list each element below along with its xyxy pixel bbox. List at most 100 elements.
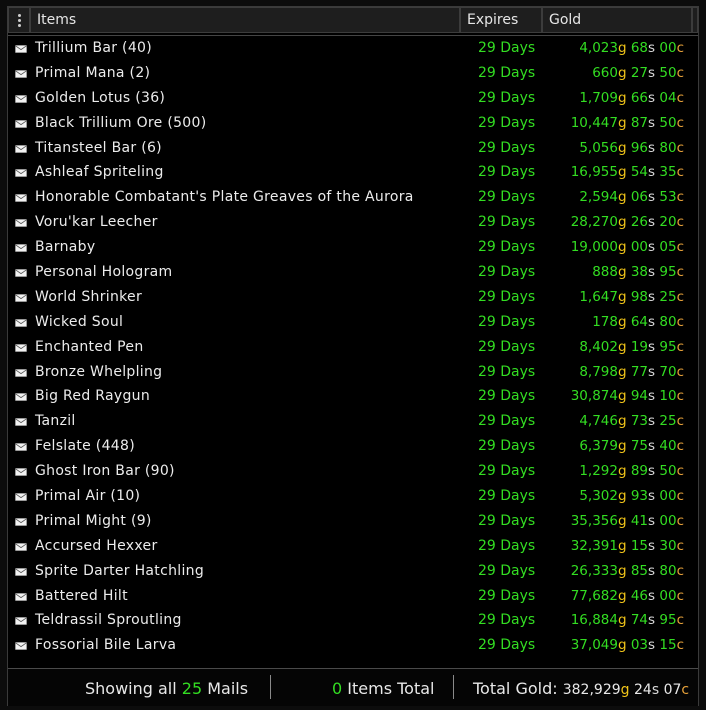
- column-menu-button[interactable]: [8, 7, 30, 33]
- copper-unit: c: [676, 537, 684, 554]
- mail-row[interactable]: World Shrinker 29 Days 1,647g 98s 25c: [8, 286, 698, 311]
- mail-row[interactable]: Fossorial Bile Larva 29 Days 37,049g 03s 1…: [8, 634, 698, 659]
- mail-row[interactable]: Enchanted Pen 29 Days 8,402g 19s 95c: [8, 336, 698, 361]
- copper-amount: 15: [659, 637, 677, 654]
- silver-unit: s: [648, 338, 656, 355]
- mail-row[interactable]: Wicked Soul 29 Days 178g 64s 80c: [8, 311, 698, 336]
- gold-amount: 5,302: [579, 488, 618, 505]
- envelope-icon: [15, 294, 27, 302]
- gold-value: 35,356g 41s 00c: [571, 513, 684, 529]
- mail-row[interactable]: Battered Hilt 29 Days 77,682g 46s 00c: [8, 585, 698, 610]
- mail-row[interactable]: Honorable Combatant's Plate Greaves of t…: [8, 186, 698, 211]
- item-name: Primal Mana (2): [35, 64, 151, 81]
- gold-unit: g: [617, 164, 627, 181]
- silver-unit: s: [651, 682, 660, 698]
- gold-value: 19,000g 00s 05c: [571, 239, 684, 255]
- gold-value: 6,379g 75s 40c: [579, 438, 684, 454]
- envelope-icon: [15, 244, 27, 252]
- expires-value: 29 Days: [478, 438, 536, 455]
- mail-row[interactable]: Black Trillium Ore (500) 29 Days 10,447g 8…: [8, 112, 698, 137]
- envelope-icon: [15, 567, 27, 576]
- mail-row[interactable]: Tanzil 29 Days 4,746g 73s 25c: [8, 410, 698, 435]
- mail-row[interactable]: Bronze Whelpling 29 Days 8,798g 77s 70c: [8, 361, 698, 386]
- mail-row[interactable]: Trillium Bar (40) 29 Days 4,023g 68s 00c: [8, 37, 698, 62]
- gold-unit: g: [617, 264, 627, 281]
- gold-amount: 1,292: [579, 463, 618, 480]
- silver-amount: 38: [630, 264, 649, 281]
- gold-column-header[interactable]: Gold: [542, 7, 692, 33]
- gold-unit: g: [617, 587, 627, 604]
- items-column-header[interactable]: Items: [30, 7, 460, 33]
- gold-unit: g: [617, 139, 627, 156]
- copper-amount: 70: [659, 363, 677, 380]
- silver-amount: 87: [630, 114, 649, 131]
- mail-row[interactable]: Sprite Darter Hatchling 29 Days 26,333g 85…: [8, 560, 698, 585]
- envelope-icon: [15, 319, 27, 327]
- gold-amount: 5,056: [579, 139, 618, 156]
- copper-amount: 50: [659, 64, 677, 81]
- total-gold-value: 382,929: [562, 682, 621, 698]
- mail-row[interactable]: Ashleaf Spriteling 29 Days 16,955g 54s 35c: [8, 161, 698, 186]
- envelope-icon: [15, 493, 27, 501]
- mail-row[interactable]: Titansteel Bar (6) 29 Days 5,056g 96s 80c: [8, 137, 698, 162]
- expires-value: 29 Days: [478, 537, 536, 554]
- gold-amount: 37,049: [570, 637, 618, 654]
- gold-unit: g: [617, 537, 627, 554]
- mail-row[interactable]: Ghost Iron Bar (90) 29 Days 1,292g 89s 50c: [8, 460, 698, 485]
- silver-amount: 26: [630, 214, 649, 231]
- item-name: World Shrinker: [35, 288, 143, 305]
- envelope-icon: [15, 144, 27, 153]
- silver-amount: 19: [630, 338, 649, 355]
- envelope-icon: [15, 518, 27, 526]
- expires-column-header[interactable]: Expires: [460, 7, 542, 33]
- mail-row[interactable]: Voru'kar Leecher 29 Days 28,270g 26s 20c: [8, 211, 698, 236]
- expires-value: 29 Days: [478, 612, 536, 629]
- expires-value: 29 Days: [478, 413, 536, 430]
- silver-amount: 68: [630, 40, 649, 56]
- gold-value: 32,391g 15s 30c: [571, 538, 684, 554]
- envelope-icon: [15, 95, 27, 103]
- envelope-icon: [15, 269, 27, 277]
- silver-unit: s: [648, 40, 656, 56]
- gold-amount: 19,000: [570, 239, 618, 256]
- gold-unit: g: [617, 288, 627, 305]
- gold-amount: 35,356: [570, 512, 618, 529]
- gold-amount: 16,955: [570, 164, 618, 181]
- mail-row[interactable]: Big Red Raygun 29 Days 30,874g 94s 10c: [8, 385, 698, 410]
- item-name: Honorable Combatant's Plate Greaves of t…: [35, 189, 414, 206]
- gold-amount: 8,402: [579, 338, 618, 355]
- mail-row[interactable]: Primal Mana (2) 29 Days 660g 27s 50c: [8, 62, 698, 87]
- mail-row[interactable]: Primal Air (10) 29 Days 5,302g 93s 00c: [8, 485, 698, 510]
- item-name: Enchanted Pen: [35, 338, 144, 355]
- copper-unit: c: [676, 64, 684, 81]
- mail-row[interactable]: Accursed Hexxer 29 Days 32,391g 15s 30c: [8, 535, 698, 560]
- divider: [270, 675, 271, 699]
- mail-row[interactable]: Teldrassil Sproutling 29 Days 16,884g 74s …: [8, 609, 698, 634]
- gold-unit: g: [617, 512, 627, 529]
- expires-value: 29 Days: [478, 189, 536, 206]
- mail-row[interactable]: Golden Lotus (36) 29 Days 1,709g 66s 04c: [8, 87, 698, 112]
- mail-row[interactable]: Personal Hologram 29 Days 888g 38s 95c: [8, 261, 698, 286]
- expires-value: 29 Days: [478, 40, 536, 56]
- copper-unit: c: [676, 637, 684, 654]
- item-name: Wicked Soul: [35, 313, 124, 330]
- copper-unit: c: [676, 338, 684, 355]
- copper-unit: c: [676, 512, 684, 529]
- copper-unit: c: [676, 363, 684, 380]
- silver-amount: 66: [630, 89, 649, 106]
- copper-unit: c: [676, 139, 684, 156]
- copper-unit: c: [676, 313, 684, 330]
- copper-amount: 00: [659, 488, 677, 505]
- gold-unit: g: [617, 363, 627, 380]
- copper-amount: 80: [659, 313, 677, 330]
- mail-row[interactable]: Primal Might (9) 29 Days 35,356g 41s 00c: [8, 510, 698, 535]
- mail-row[interactable]: Felslate (448) 29 Days 6,379g 75s 40c: [8, 435, 698, 460]
- item-name: Primal Might (9): [35, 512, 152, 529]
- gold-value: 28,270g 26s 20c: [571, 214, 684, 230]
- mail-row[interactable]: Barnaby 29 Days 19,000g 00s 05c: [8, 236, 698, 261]
- silver-amount: 64: [630, 313, 649, 330]
- copper-unit: c: [681, 682, 690, 698]
- copper-amount: 95: [659, 612, 677, 629]
- item-name: Trillium Bar (40): [35, 40, 152, 56]
- gold-value: 16,884g 74s 95c: [571, 612, 684, 628]
